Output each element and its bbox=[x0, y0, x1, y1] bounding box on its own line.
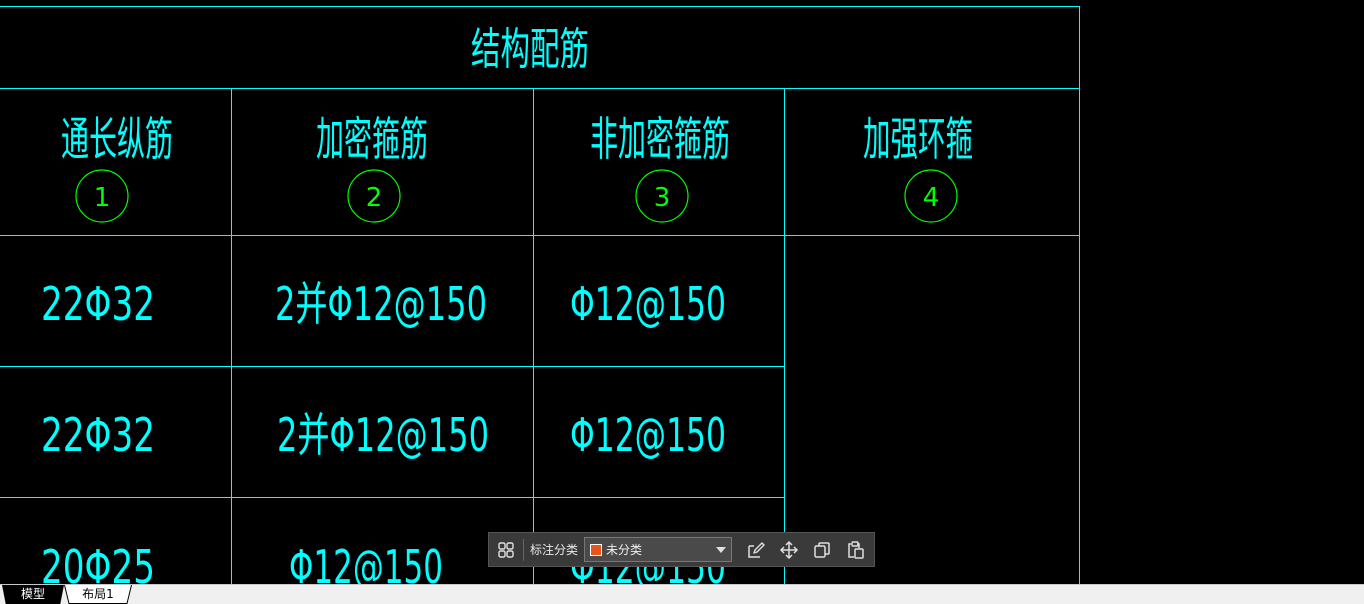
cell-r1-c2: 2并Φ12@150 bbox=[275, 277, 487, 331]
cell-r2-c2: 2并Φ12@150 bbox=[277, 408, 489, 462]
column-number-2: 2 bbox=[366, 183, 383, 213]
cell-r2-c1: 22Φ32 bbox=[41, 408, 155, 462]
selected-category: 未分类 bbox=[606, 543, 643, 557]
paste-icon bbox=[848, 540, 864, 559]
category-color-swatch bbox=[590, 543, 603, 556]
cell-r3-c2: Φ12@150 bbox=[289, 540, 443, 584]
column-number-3: 3 bbox=[654, 183, 671, 213]
cell-r1-c1: 22Φ32 bbox=[41, 277, 155, 331]
move-button[interactable] bbox=[775, 536, 803, 564]
column-number-4: 4 bbox=[923, 183, 940, 213]
grid-button[interactable] bbox=[492, 536, 520, 564]
annotation-category-select[interactable]: 未分类 bbox=[584, 537, 733, 562]
chevron-down-icon bbox=[716, 546, 727, 553]
move-icon bbox=[779, 540, 799, 559]
copy-button[interactable] bbox=[808, 536, 836, 564]
annotation-toolbar: 标注分类 未分类 bbox=[488, 532, 875, 567]
table-grid bbox=[0, 6, 1080, 584]
cell-r1-c3: Φ12@150 bbox=[570, 277, 726, 331]
tab-model[interactable]: 模型 bbox=[2, 585, 64, 604]
copy-icon bbox=[814, 541, 830, 558]
cell-r2-c3: Φ12@150 bbox=[570, 408, 726, 462]
grid-icon bbox=[498, 541, 514, 558]
edit-button[interactable] bbox=[742, 536, 770, 564]
edit-icon bbox=[748, 541, 765, 558]
layout-tab-bar: 模型 布局1 bbox=[0, 584, 1364, 604]
drawing-canvas[interactable]: 结构配筋 通长纵筋 加密箍筋 非加密箍筋 加强环箍 1 2 3 4 22Φ32 … bbox=[0, 0, 1364, 584]
paste-button[interactable] bbox=[841, 536, 869, 564]
annotation-category-label: 标注分类 bbox=[530, 543, 579, 557]
column-header-4: 加强环箍 bbox=[863, 112, 973, 166]
table-title: 结构配筋 bbox=[471, 24, 589, 75]
column-header-1: 通长纵筋 bbox=[61, 112, 173, 166]
cad-drawing: 结构配筋 通长纵筋 加密箍筋 非加密箍筋 加强环箍 1 2 3 4 22Φ32 … bbox=[0, 6, 1080, 584]
column-number-1: 1 bbox=[94, 183, 111, 213]
column-header-3: 非加密箍筋 bbox=[590, 112, 730, 166]
column-header-2: 加密箍筋 bbox=[316, 112, 428, 166]
toolbar-separator bbox=[523, 538, 524, 561]
tab-layout1[interactable]: 布局1 bbox=[64, 585, 132, 604]
cell-r3-c1: 20Φ25 bbox=[41, 540, 155, 584]
